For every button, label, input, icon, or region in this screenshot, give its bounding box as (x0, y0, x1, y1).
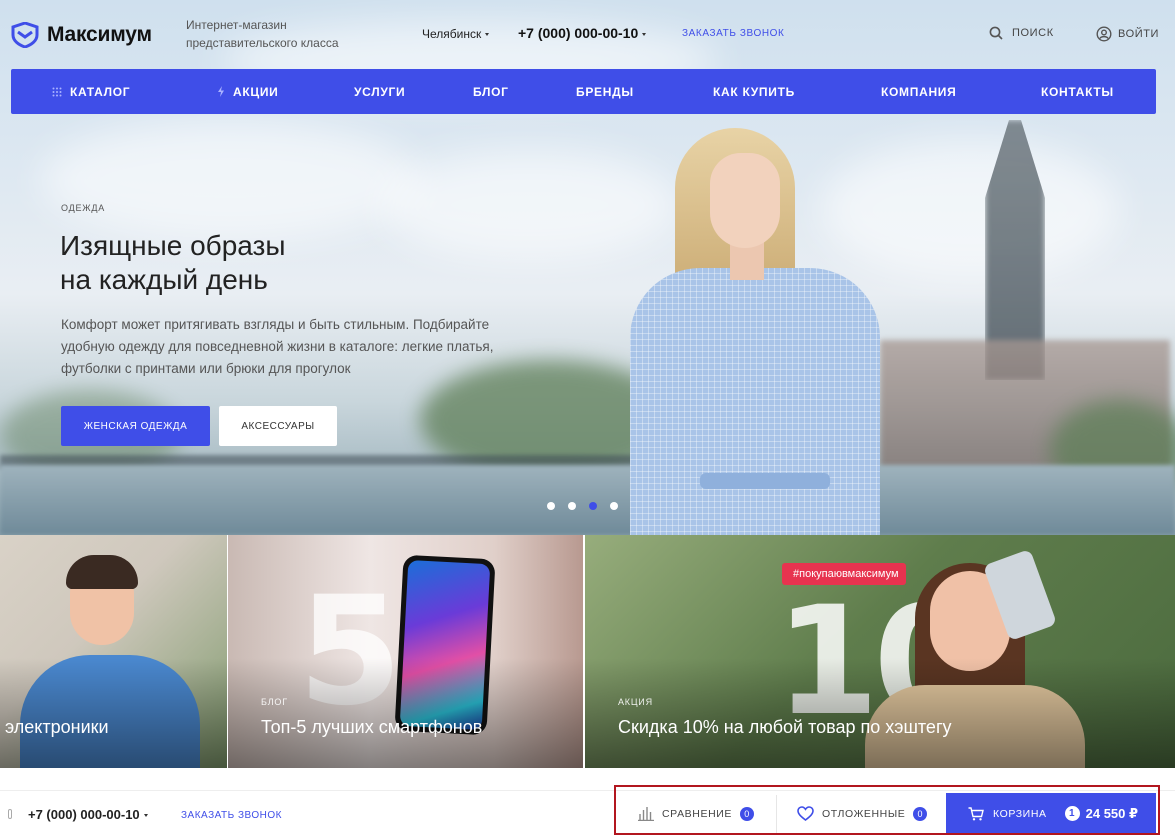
banner-label: АКЦИЯ (618, 697, 653, 707)
hero-title: Изящные образы на каждый день (60, 230, 286, 295)
slider-dot[interactable] (610, 502, 618, 510)
nav-item-brands[interactable]: БРЕНДЫ (576, 69, 634, 114)
header-phone[interactable]: +7 (000) 000-00-10 (518, 25, 647, 41)
hero-description: Комфорт может притягивать взгляды и быть… (61, 317, 494, 376)
highlight-frame (614, 785, 1160, 835)
bottom-bar-edge-icon (8, 809, 12, 819)
callback-link[interactable]: ЗАКАЗАТЬ ЗВОНОК (682, 28, 784, 39)
chevron-down-icon (143, 814, 148, 818)
nav-item-services[interactable]: УСЛУГИ (354, 69, 405, 114)
accessories-button[interactable]: АКСЕССУАРЫ (219, 406, 337, 446)
tagline: Интернет-магазин представительского клас… (186, 18, 339, 50)
banner-blog-smartphones[interactable]: 5 БЛОГ Топ-5 лучших смартфонов (228, 535, 583, 768)
lightning-icon (218, 86, 224, 97)
user-icon (1096, 26, 1112, 42)
search-icon (989, 26, 1003, 40)
womens-clothing-button[interactable]: ЖЕНСКАЯ ОДЕЖДА (61, 406, 210, 446)
grid-icon (52, 87, 62, 96)
hero-model-image (630, 128, 890, 535)
banner-title: Скидка 10% на любой товар по хэштегу (618, 717, 952, 737)
slider-dot[interactable] (568, 502, 576, 510)
nav-item-contacts[interactable]: КОНТАКТЫ (1041, 69, 1114, 114)
banner-electronics[interactable]: электроники (0, 535, 227, 768)
slider-dot-active[interactable] (589, 502, 597, 510)
city-selector[interactable]: Челябинск (422, 27, 490, 41)
banner-label: БЛОГ (261, 697, 288, 707)
nav-item-blog[interactable]: БЛОГ (473, 69, 509, 114)
slider-dots (547, 502, 618, 510)
banner-title: Топ-5 лучших смартфонов (261, 717, 483, 737)
login-button[interactable]: ВОЙТИ (1096, 26, 1159, 42)
shield-logo-icon (11, 22, 39, 48)
banner-title: электроники (5, 717, 109, 737)
nav-item-catalog[interactable]: КАТАЛОГ (52, 69, 130, 114)
chevron-down-icon (485, 33, 490, 37)
slider-dot[interactable] (547, 502, 555, 510)
hero-category: ОДЕЖДА (61, 203, 106, 213)
banner-promo-hashtag[interactable]: 10 #покупаювмаксимум АКЦИЯ Скидка 10% на… (585, 535, 1175, 768)
main-nav: КАТАЛОГ АКЦИИ УСЛУГИ БЛОГ БРЕНДЫ КАК КУП… (11, 69, 1156, 114)
site-header: Максимум Интернет-магазин представительс… (0, 0, 1175, 68)
logo-text: Максимум (47, 23, 152, 46)
bottom-callback-link[interactable]: ЗАКАЗАТЬ ЗВОНОК (181, 810, 282, 821)
nav-item-how-to-buy[interactable]: КАК КУПИТЬ (713, 69, 795, 114)
search-button[interactable]: ПОИСК (989, 26, 1054, 40)
logo[interactable]: Максимум (11, 22, 152, 48)
bottom-phone[interactable]: +7 (000) 000-00-10 (28, 807, 148, 822)
nav-item-promotions[interactable]: АКЦИИ (217, 69, 279, 114)
hashtag-badge: #покупаювмаксимум (782, 563, 906, 585)
chevron-down-icon (642, 32, 647, 36)
nav-item-company[interactable]: КОМПАНИЯ (881, 69, 956, 114)
